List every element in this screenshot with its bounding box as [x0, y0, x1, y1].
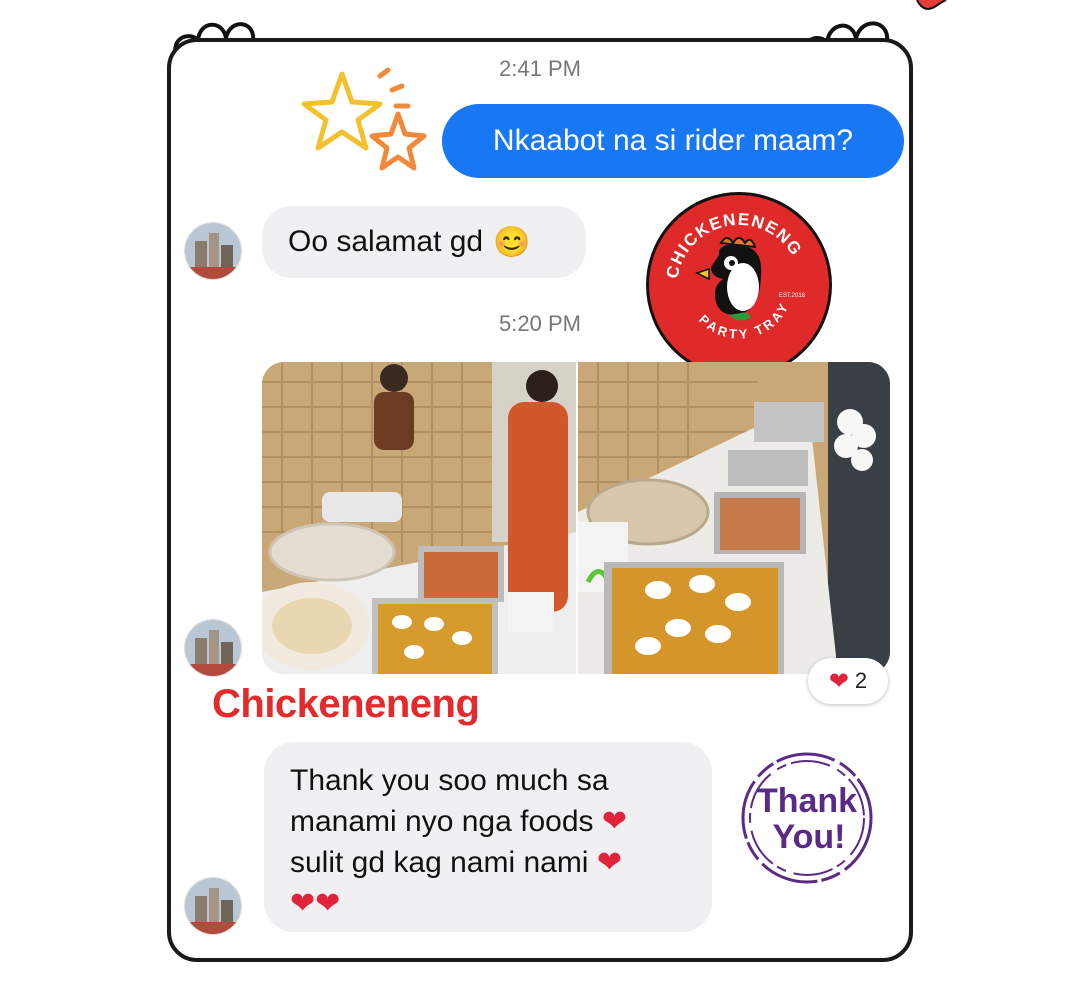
brand-logo: CHICKENENENG PARTY TRAYS EST.2018 [646, 192, 832, 378]
message-text: Oo salamat gd [288, 225, 484, 258]
shared-photo[interactable] [578, 362, 890, 674]
reaction-badge[interactable]: ❤ 2 [808, 658, 888, 704]
thank-you-line2: You! [772, 818, 845, 856]
heart-icon: ❤ [601, 805, 627, 838]
food-table-photo [262, 362, 576, 674]
avatar[interactable] [184, 619, 242, 677]
heart-icon: ❤❤ [290, 887, 341, 920]
avatar-photo [185, 620, 241, 676]
avatar-photo [185, 878, 241, 934]
food-table-photo [578, 362, 890, 674]
message-line: sulit gd kag nami nami ❤ [290, 846, 622, 879]
heart-icon: ❤ [596, 846, 622, 879]
message-line: Thank you soo much sa [290, 764, 609, 797]
reaction-count: 2 [854, 668, 868, 693]
incoming-message-bubble[interactable]: Oo salamat gd 😊 [262, 206, 586, 278]
timestamp: 5:20 PM [499, 311, 581, 336]
shared-photo[interactable] [262, 362, 576, 674]
brand-name: Chickeneneng [212, 682, 480, 726]
star-doodle-icon [301, 67, 427, 171]
avatar-photo [185, 223, 241, 279]
avatar[interactable] [184, 222, 242, 280]
heart-icon: ❤ [828, 667, 849, 695]
message-line: ❤❤ [290, 883, 688, 924]
logo-est-text: EST.2018 [779, 293, 806, 299]
timestamp: 2:41 PM [499, 56, 581, 81]
avatar[interactable] [184, 877, 242, 935]
incoming-message-bubble[interactable]: Thank you soo much sa manami nyo nga foo… [264, 742, 712, 932]
thank-you-badge: Thank You! [741, 752, 873, 884]
heart-doodle-corner [916, 0, 947, 10]
thank-you-line1: Thank [757, 782, 857, 820]
message-line: manami nyo nga foods ❤ [290, 805, 627, 838]
smile-emoji-icon: 😊 [493, 225, 531, 259]
outgoing-message-bubble[interactable]: Nkaabot na si rider maam? [442, 104, 904, 178]
